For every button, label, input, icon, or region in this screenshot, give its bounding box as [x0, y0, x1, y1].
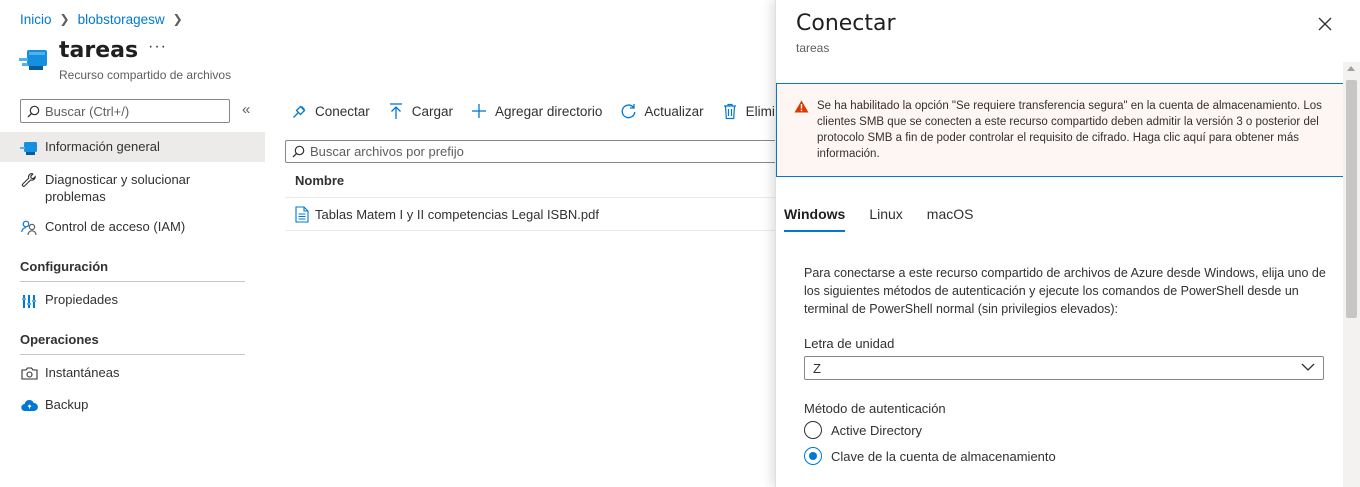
refresh-label: Actualizar: [644, 103, 704, 119]
page-subtitle: Recurso compartido de archivos: [59, 68, 232, 82]
snapshot-icon: [20, 365, 38, 383]
nav-item-iam[interactable]: Control de acceso (IAM): [0, 219, 265, 237]
warning-text: Se ha habilitado la opción "Se requiere …: [817, 100, 1322, 160]
nav-item-properties[interactable]: Propiedades: [0, 292, 265, 310]
nav-item-label: Diagnosticar y solucionar problemas: [45, 172, 191, 204]
nav-item-overview[interactable]: Información general: [0, 132, 265, 162]
backup-cloud-icon: [20, 397, 38, 415]
radio-label: Active Directory: [831, 422, 923, 438]
nav-section-operaciones: Operaciones: [20, 332, 245, 355]
secure-transfer-warning[interactable]: Se ha habilitado la opción "Se requiere …: [776, 83, 1344, 177]
nav-item-label: Instantáneas: [45, 365, 120, 380]
connect-panel: Conectar tareas Se ha habilitado la opci…: [775, 0, 1360, 487]
panel-subtitle: tareas: [796, 41, 830, 55]
breadcrumb-home-link[interactable]: Inicio: [20, 12, 52, 27]
file-name: Tablas Matem I y II competencias Legal I…: [315, 207, 599, 222]
more-options-button[interactable]: ···: [148, 38, 167, 56]
document-icon: [295, 206, 309, 223]
column-header-label: Nombre: [295, 173, 345, 188]
drive-letter-label: Letra de unidad: [804, 336, 895, 351]
drive-letter-select[interactable]: Z: [804, 356, 1324, 380]
connect-button[interactable]: Conectar: [290, 102, 370, 120]
drive-letter-value: Z: [813, 360, 821, 376]
panel-scrollbar[interactable]: [1343, 62, 1360, 487]
people-icon: [20, 219, 38, 237]
menu-search-input[interactable]: Buscar (Ctrl+/): [20, 99, 230, 123]
add-directory-label: Agregar directorio: [495, 103, 603, 119]
upload-button[interactable]: Cargar: [387, 102, 453, 120]
warning-icon: [794, 100, 809, 113]
trash-icon: [721, 102, 739, 120]
nav-item-diagnose[interactable]: Diagnosticar y solucionar problemas: [0, 171, 265, 205]
plus-icon: [470, 102, 488, 120]
upload-icon: [387, 102, 405, 120]
menu-search-placeholder: Buscar (Ctrl+/): [45, 103, 130, 119]
file-search-placeholder: Buscar archivos por prefijo: [310, 144, 464, 159]
scroll-thumb[interactable]: [1346, 80, 1357, 318]
connect-description: Para conectarse a este recurso compartid…: [804, 266, 1326, 316]
breadcrumb: Inicio ❯ blobstoragesw ❯: [20, 10, 191, 28]
auth-method-label: Método de autenticación: [804, 401, 946, 416]
nav-item-label: Control de acceso (IAM): [45, 219, 186, 234]
search-icon: [27, 105, 40, 117]
file-share-icon: [20, 139, 38, 157]
page-title: tareas: [59, 38, 139, 63]
search-icon: [292, 145, 305, 158]
wrench-icon: [20, 171, 38, 189]
tab-macos[interactable]: macOS: [927, 206, 974, 232]
nav-item-label: Backup: [45, 397, 89, 412]
breadcrumb-account-link[interactable]: blobstoragesw: [78, 12, 165, 27]
chevron-down-icon: [1301, 363, 1315, 371]
chevron-right-icon: ❯: [59, 12, 70, 26]
command-bar: Conectar Cargar Agregar directorio Actua…: [290, 100, 811, 122]
nav-section-configuracion: Configuración: [20, 259, 245, 282]
tab-windows[interactable]: Windows: [784, 206, 846, 232]
add-directory-button[interactable]: Agregar directorio: [470, 102, 602, 120]
scroll-up-arrow-icon[interactable]: [1347, 66, 1355, 71]
radio-button-selected[interactable]: [804, 447, 822, 465]
nav-item-label: Información general: [45, 139, 160, 154]
collapse-menu-button[interactable]: «: [242, 101, 250, 118]
file-search-input[interactable]: Buscar archivos por prefijo: [285, 140, 785, 163]
properties-icon: [20, 292, 38, 310]
radio-active-directory[interactable]: Active Directory: [804, 421, 922, 439]
refresh-icon: [619, 102, 637, 120]
column-header-name[interactable]: Nombre: [285, 164, 780, 198]
upload-label: Cargar: [411, 103, 454, 119]
nav-item-label: Propiedades: [45, 292, 118, 307]
chevron-right-icon: ❯: [172, 12, 183, 26]
refresh-button[interactable]: Actualizar: [619, 102, 704, 120]
file-share-icon: [19, 50, 47, 70]
nav-item-backup[interactable]: Backup: [0, 397, 265, 415]
close-icon[interactable]: [1317, 16, 1333, 32]
radio-label: Clave de la cuenta de almacenamiento: [831, 448, 1056, 464]
table-row[interactable]: Tablas Matem I y II competencias Legal I…: [285, 199, 780, 231]
radio-button[interactable]: [804, 421, 822, 439]
os-tabs: Windows Linux macOS: [784, 206, 997, 232]
nav-item-snapshots[interactable]: Instantáneas: [0, 365, 265, 383]
tab-linux[interactable]: Linux: [869, 206, 902, 232]
plug-icon: [290, 102, 308, 120]
radio-storage-key[interactable]: Clave de la cuenta de almacenamiento: [804, 447, 1056, 465]
connect-label: Conectar: [315, 103, 370, 119]
panel-title: Conectar: [796, 11, 896, 36]
